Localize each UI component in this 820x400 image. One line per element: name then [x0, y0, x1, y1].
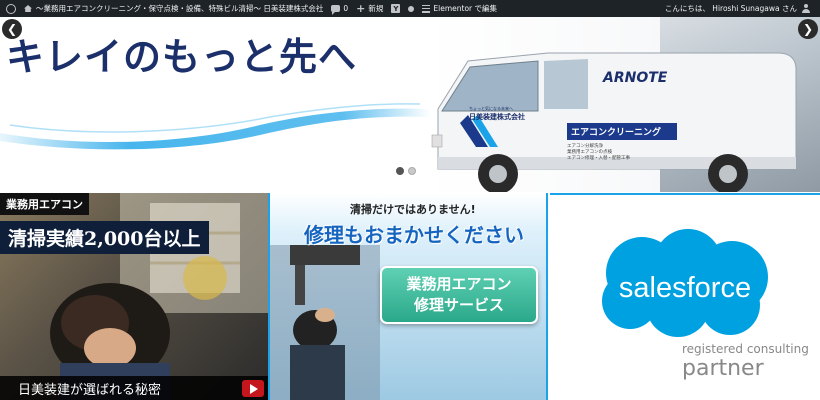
home-icon	[24, 5, 32, 12]
chevron-right-icon: ❯	[802, 22, 814, 36]
van-service-label: エアコンクリーニング	[567, 123, 677, 140]
slider-prev-button[interactable]: ❮	[2, 19, 22, 39]
banner-headline: 清掃実績2,000台以上	[0, 221, 209, 254]
hero-title: キレイのもっと先へ	[6, 35, 358, 79]
admin-bar-elementor[interactable]: Elementor で編集	[418, 0, 501, 17]
badge-line-1: 業務用エアコン	[406, 275, 512, 293]
van-service-lines: エアコン分解洗浄 業務用エアコンの点検 エアコン修理・入替・配管工事	[567, 144, 630, 162]
user-avatar-icon	[801, 4, 810, 13]
slider-pagination	[396, 167, 416, 175]
yoast-icon: Y	[391, 4, 401, 13]
admin-bar-status[interactable]	[404, 0, 418, 17]
partner-title: partner	[682, 356, 764, 381]
play-icon[interactable]	[242, 380, 264, 397]
banner-salesforce-partner[interactable]: salesforce registered consulting partner	[550, 193, 820, 400]
site-name-label: ～業務用エアコンクリーニング・保守点検・設備、特殊ビル清掃～ 日美装建株式会社	[36, 4, 324, 13]
chevron-left-icon: ❮	[6, 22, 18, 36]
banner-category-tag: 業務用エアコン	[0, 193, 89, 215]
badge-line-2: 修理サービス	[413, 296, 504, 314]
new-label: 新規	[368, 4, 384, 13]
comment-bubble-icon	[331, 5, 341, 15]
van-line: エアコン修理・入替・配管工事	[567, 156, 630, 161]
greeting-label: こんにちは、 Hiroshi Sunagawa さん	[664, 4, 797, 13]
slider-dot-1[interactable]	[396, 167, 404, 175]
banner-caption: 日美装建が選ばれる秘密	[18, 382, 162, 398]
admin-bar-comments[interactable]: 0	[327, 0, 352, 17]
banner-caption-bar: 日美装建が選ばれる秘密	[0, 376, 268, 400]
partner-subtitle: registered consulting	[682, 342, 809, 356]
admin-bar-new[interactable]: + 新規	[352, 0, 387, 17]
comments-count: 0	[343, 4, 349, 13]
banner-headline: 修理もおまかせください	[304, 223, 524, 247]
banner-repair-service[interactable]: 清掃だけではありません! 修理もおまかせください 業務用エアコン 修理サービス	[268, 193, 548, 400]
slider-dot-2[interactable]	[408, 167, 416, 175]
admin-bar-account[interactable]: こんにちは、 Hiroshi Sunagawa さん	[661, 0, 814, 17]
admin-bar-site-name[interactable]: ～業務用エアコンクリーニング・保守点検・設備、特殊ビル清掃～ 日美装建株式会社	[20, 0, 327, 17]
banner-cleaning-record[interactable]: 業務用エアコン 清掃実績2,000台以上 日美装建が選ばれる秘密	[0, 193, 268, 400]
hero-slider: キレイのもっと先へ ARNOTE ちょっと気になる未来へ 日美装建株式会社 エア…	[0, 17, 820, 192]
salesforce-wordmark: salesforce	[619, 272, 751, 304]
van-company-name: 日美装建株式会社	[469, 113, 525, 121]
slider-next-button[interactable]: ❯	[798, 19, 818, 39]
wordpress-logo-icon[interactable]	[6, 3, 16, 14]
repair-service-badge: 業務用エアコン 修理サービス	[380, 266, 538, 324]
admin-bar: ～業務用エアコンクリーニング・保守点検・設備、特殊ビル清掃～ 日美装建株式会社 …	[0, 0, 820, 17]
blue-swoosh-graphic	[0, 103, 430, 150]
elementor-icon	[422, 4, 431, 13]
elementor-edit-label: Elementor で編集	[433, 4, 497, 13]
salesforce-cloud-logo: salesforce	[602, 229, 768, 337]
van-logo-text: ARNOTE	[603, 70, 668, 86]
admin-bar-yoast[interactable]: Y	[387, 0, 404, 17]
plus-icon: +	[356, 2, 366, 15]
status-dot-icon	[408, 5, 415, 12]
worker-photo	[270, 245, 380, 400]
banner-subheading: 清掃だけではありません!	[350, 203, 476, 216]
